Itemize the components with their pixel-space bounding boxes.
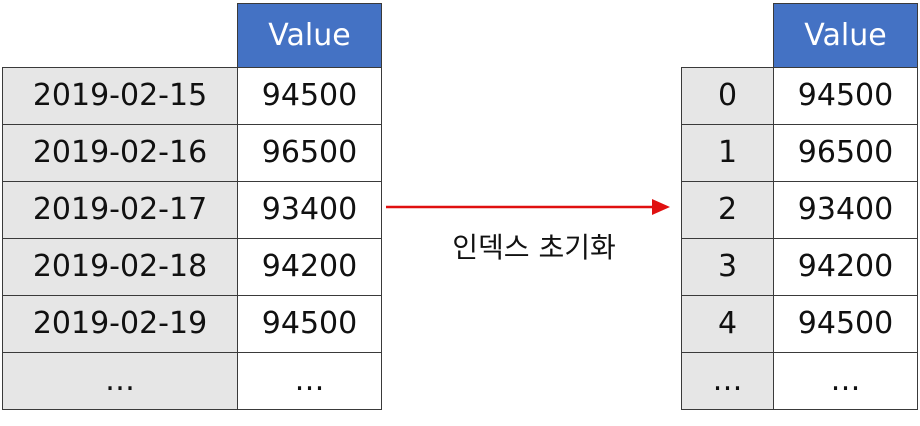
- value-column-header: Value: [773, 3, 918, 68]
- integer-index-cell: 4: [681, 295, 774, 353]
- table-row: 0 94500: [681, 67, 918, 125]
- table-row: … …: [2, 352, 382, 410]
- value-cell: 94500: [237, 67, 382, 125]
- date-index-cell: 2019-02-16: [2, 124, 238, 182]
- header-row: Value: [3, 3, 382, 68]
- date-index-cell: 2019-02-19: [2, 295, 238, 353]
- table-row: 2019-02-18 94200: [2, 238, 382, 296]
- table-row: … …: [681, 352, 918, 410]
- value-cell: 94200: [773, 238, 918, 296]
- table-row: 2019-02-16 96500: [2, 124, 382, 182]
- table-row: 2019-02-15 94500: [2, 67, 382, 125]
- value-cell: 94500: [237, 295, 382, 353]
- value-column-header: Value: [237, 3, 382, 68]
- table-row: 4 94500: [681, 295, 918, 353]
- date-index-cell: 2019-02-17: [2, 181, 238, 239]
- value-cell: 94500: [773, 295, 918, 353]
- date-index-cell: 2019-02-15: [2, 67, 238, 125]
- integer-index-cell: 2: [681, 181, 774, 239]
- reset-index-label: 인덱스 초기화: [452, 231, 616, 264]
- original-dataframe-table: Value 2019-02-15 94500 2019-02-16 96500 …: [2, 3, 382, 410]
- value-cell: 96500: [773, 124, 918, 182]
- header-row: Value: [682, 3, 918, 68]
- index-header-blank: [682, 4, 774, 68]
- value-cell: 93400: [237, 181, 382, 239]
- integer-index-cell: 3: [681, 238, 774, 296]
- reset-index-dataframe-table: Value 0 94500 1 96500 2 93400 3 94200 4 …: [681, 3, 918, 410]
- ellipsis-value-cell: …: [773, 352, 918, 410]
- table-row: 2019-02-19 94500: [2, 295, 382, 353]
- integer-index-cell: 0: [681, 67, 774, 125]
- table-row: 3 94200: [681, 238, 918, 296]
- reset-index-arrow: [386, 199, 670, 215]
- table-row: 2 93400: [681, 181, 918, 239]
- value-cell: 94500: [773, 67, 918, 125]
- value-cell: 96500: [237, 124, 382, 182]
- index-header-blank: [3, 4, 238, 68]
- table-row: 2019-02-17 93400: [2, 181, 382, 239]
- table-row: 1 96500: [681, 124, 918, 182]
- integer-index-cell: 1: [681, 124, 774, 182]
- date-index-cell: 2019-02-18: [2, 238, 238, 296]
- ellipsis-value-cell: …: [237, 352, 382, 410]
- ellipsis-index-cell: …: [2, 352, 238, 410]
- value-cell: 93400: [773, 181, 918, 239]
- value-cell: 94200: [237, 238, 382, 296]
- ellipsis-index-cell: …: [681, 352, 774, 410]
- arrow-head-icon: [652, 199, 670, 215]
